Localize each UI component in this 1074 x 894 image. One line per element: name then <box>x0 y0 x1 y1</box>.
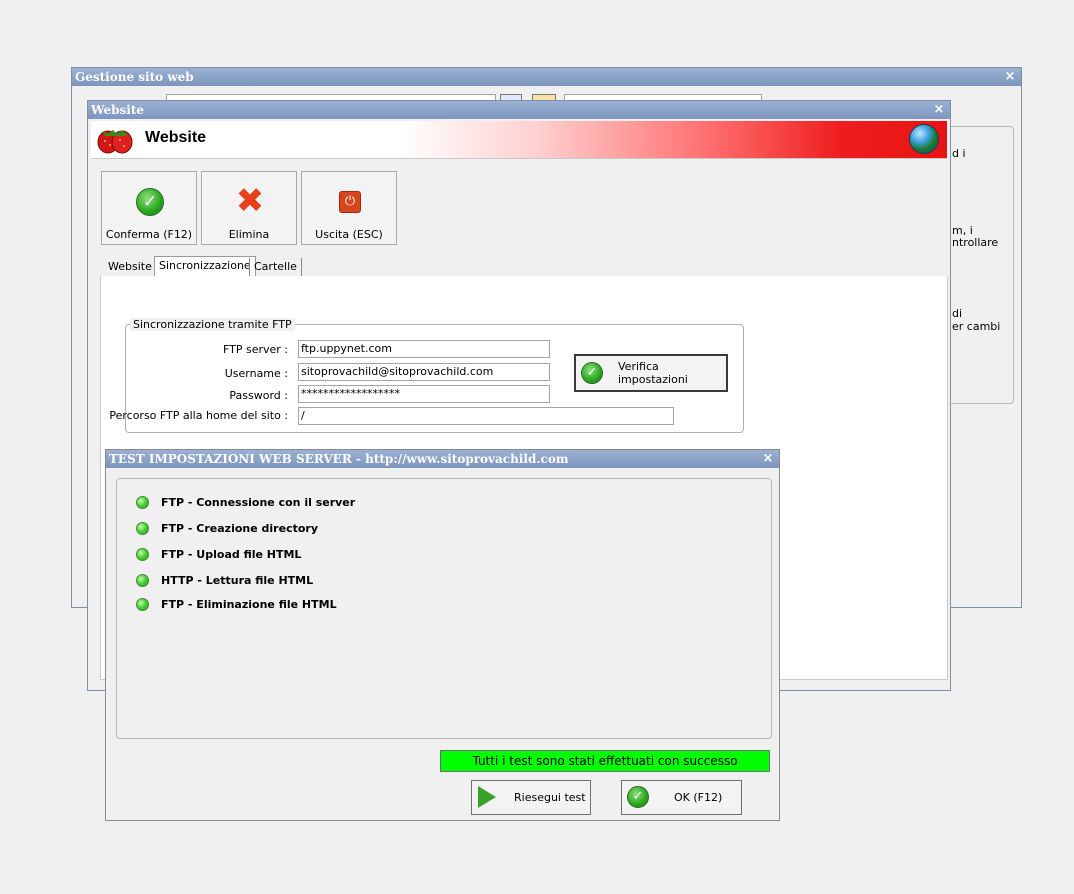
test-window-close-button[interactable]: × <box>761 450 775 468</box>
strawberry-icon <box>97 130 133 154</box>
rerun-test-button[interactable]: Riesegui test <box>471 780 591 815</box>
play-icon <box>478 786 496 808</box>
ftp-path-label: Percorso FTP alla home del sito : <box>109 409 288 422</box>
test-row-label: FTP - Eliminazione file HTML <box>161 598 337 611</box>
main-window-title: Gestione sito web <box>75 70 194 84</box>
delete-x-icon: ✖ <box>235 181 265 221</box>
test-window: TEST IMPOSTAZIONI WEB SERVER - http://ww… <box>105 449 780 821</box>
tab-cartelle[interactable]: Cartelle <box>249 258 302 276</box>
test-status-message: Tutti i test sono stati effettuati con s… <box>440 750 770 772</box>
confirm-button-label: Conferma (F12) <box>105 228 193 241</box>
main-text-fragment-1: d i <box>952 147 966 160</box>
main-text-fragment-3: ntrollare <box>952 236 999 249</box>
test-window-titlebar[interactable]: TEST IMPOSTAZIONI WEB SERVER - http://ww… <box>106 450 779 468</box>
led-green-icon <box>136 548 149 561</box>
delete-button-label: Elimina <box>228 228 270 241</box>
rerun-test-label: Riesegui test <box>514 791 586 804</box>
exit-button-label: Uscita (ESC) <box>315 228 383 241</box>
username-input[interactable]: sitoprovachild@sitoprovachild.com <box>298 363 550 381</box>
led-green-icon <box>136 496 149 509</box>
website-window-title: Website <box>91 103 145 117</box>
verify-settings-button[interactable]: ✓ Verifica impostazioni <box>574 354 728 392</box>
delete-button[interactable]: ✖ Elimina <box>201 171 297 245</box>
led-green-icon <box>136 574 149 587</box>
power-icon: ⏻ <box>339 191 361 213</box>
website-window-close-button[interactable]: × <box>932 101 946 119</box>
test-results-panel: FTP - Connessione con il server FTP - Cr… <box>116 478 772 739</box>
website-header-band: Website <box>91 121 947 159</box>
main-window-close-button[interactable]: × <box>1003 68 1017 86</box>
led-green-icon <box>136 598 149 611</box>
main-text-fragment-5: er cambi <box>952 320 1001 333</box>
check-icon: ✓ <box>581 362 603 384</box>
ok-button-label: OK (F12) <box>674 791 723 804</box>
tab-sincronizzazione[interactable]: Sincronizzazione <box>154 256 256 277</box>
test-row-label: HTTP - Lettura file HTML <box>161 574 314 587</box>
ftp-server-input[interactable]: ftp.uppynet.com <box>298 340 550 358</box>
password-label: Password : <box>229 389 288 402</box>
globe-icon <box>909 124 939 154</box>
ftp-server-label: FTP server : <box>222 343 288 356</box>
verify-settings-label: Verifica impostazioni <box>618 360 688 386</box>
test-row-label: FTP - Creazione directory <box>161 522 318 535</box>
test-window-title: TEST IMPOSTAZIONI WEB SERVER - http://ww… <box>109 452 569 466</box>
led-green-icon <box>136 522 149 535</box>
ftp-groupbox-legend: Sincronizzazione tramite FTP <box>130 318 295 331</box>
main-text-fragment-4: di <box>952 307 963 320</box>
main-window-titlebar[interactable]: Gestione sito web × <box>72 68 1021 86</box>
ftp-path-input[interactable]: / <box>298 407 674 425</box>
check-icon: ✓ <box>627 786 649 808</box>
exit-button[interactable]: ⏻ Uscita (ESC) <box>301 171 397 245</box>
check-icon: ✓ <box>136 188 164 216</box>
test-row-label: FTP - Upload file HTML <box>161 548 302 561</box>
test-row-label: FTP - Connessione con il server <box>161 496 356 509</box>
password-input[interactable]: ****************** <box>298 385 550 403</box>
username-label: Username : <box>224 367 288 380</box>
ok-button[interactable]: ✓ OK (F12) <box>621 780 742 815</box>
website-window-titlebar[interactable]: Website × <box>88 101 950 119</box>
tab-website[interactable]: Website <box>104 258 157 276</box>
website-header-title: Website <box>145 129 207 146</box>
confirm-button[interactable]: ✓ Conferma (F12) <box>101 171 197 245</box>
